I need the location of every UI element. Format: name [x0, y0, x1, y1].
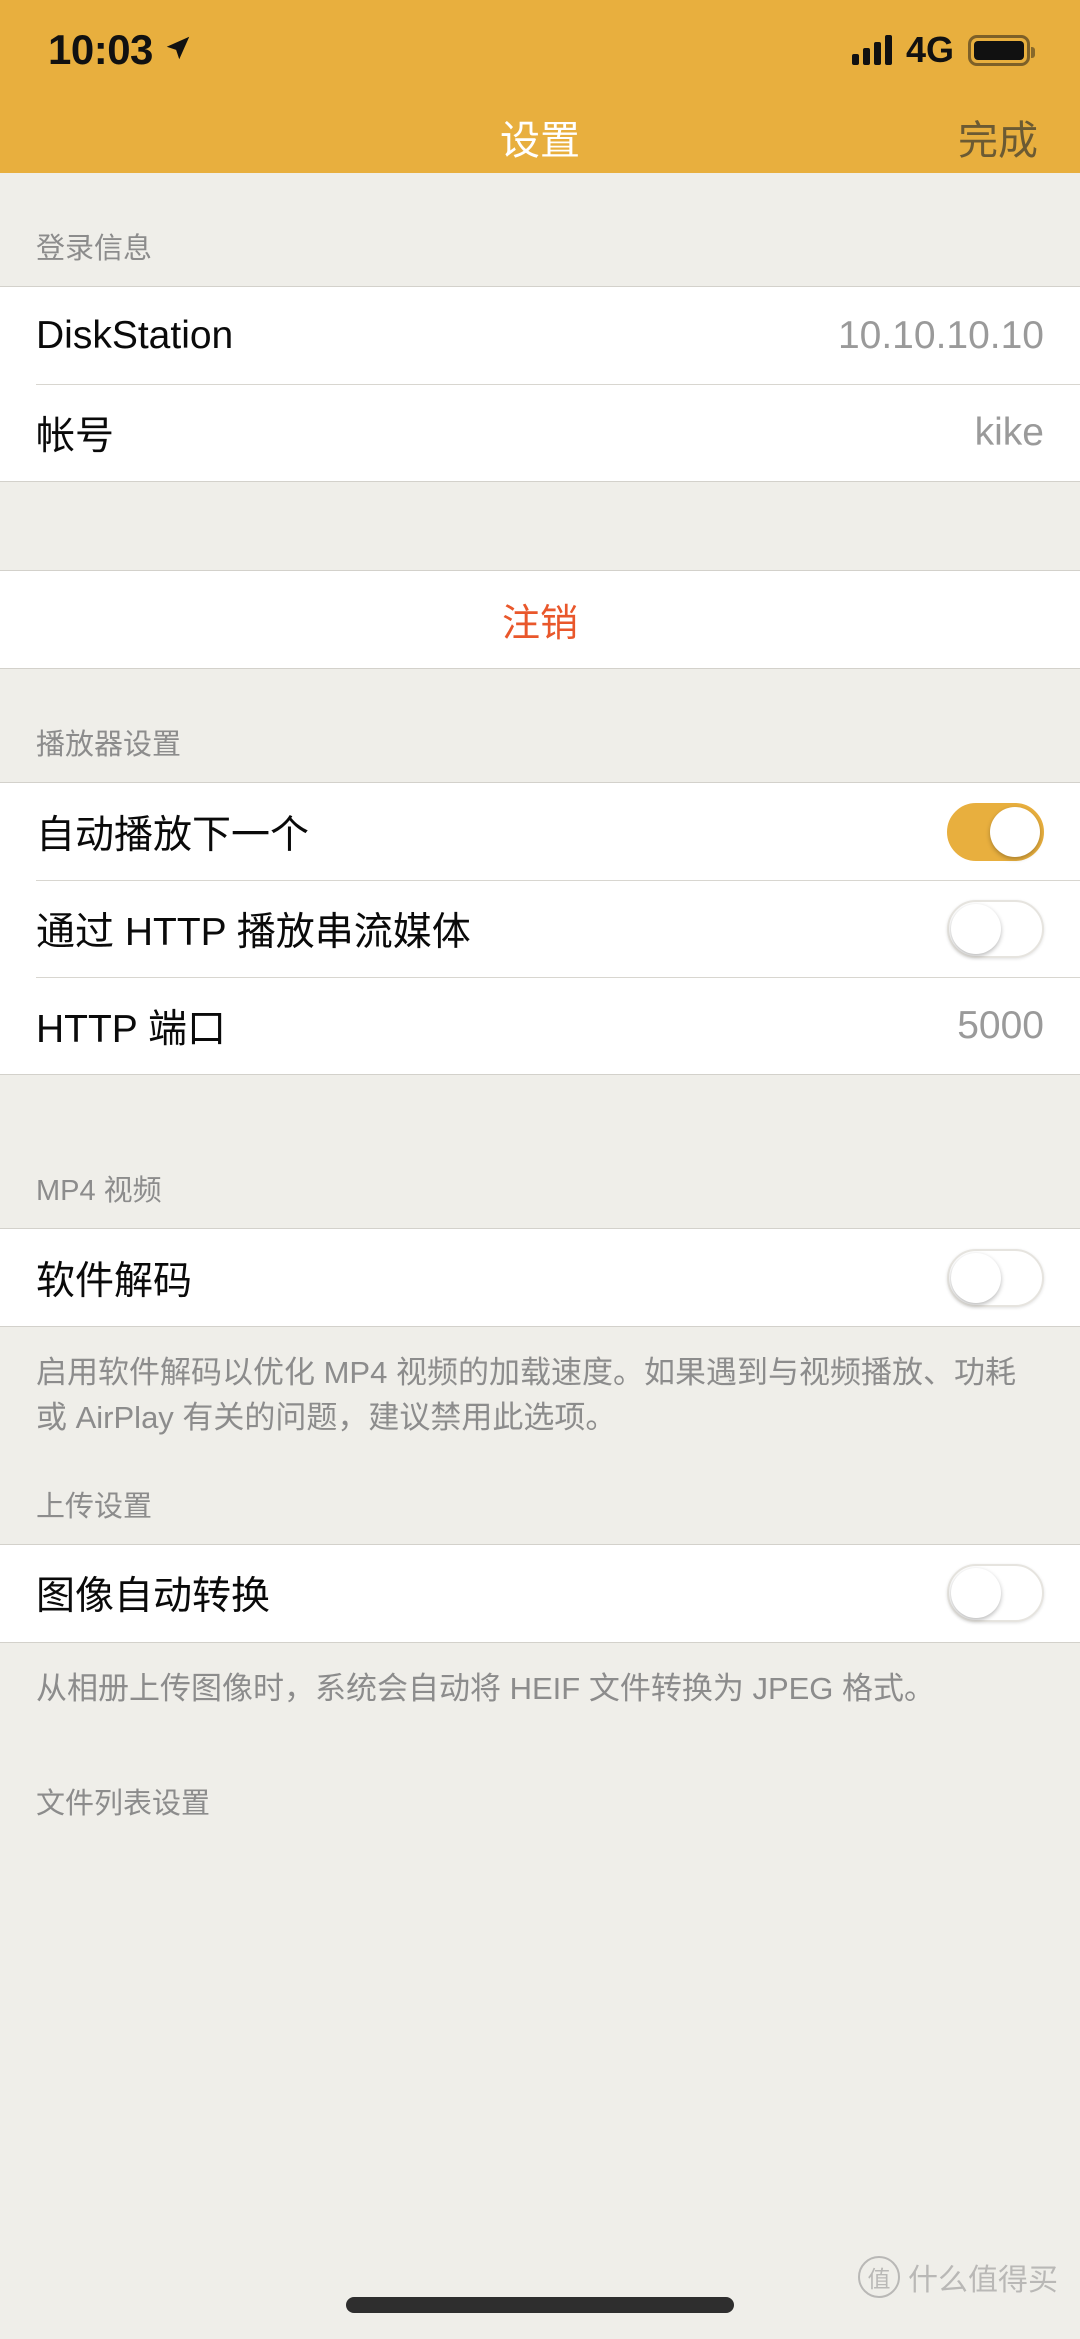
software-decoding-row[interactable]: 软件解码: [0, 1229, 1080, 1326]
account-label: 帐号: [36, 414, 115, 458]
account-value: kike: [974, 410, 1044, 454]
http-port-label: HTTP 端口: [36, 1007, 226, 1051]
upload-cells: 图像自动转换: [0, 1543, 1080, 1643]
image-auto-convert-label: 图像自动转换: [36, 1575, 271, 1619]
watermark: 值 什么值得买: [858, 2255, 1058, 2299]
mp4-footnote: 启用软件解码以优化 MP4 视频的加载速度。如果遇到与视频播放、功耗或 AirP…: [0, 1327, 1080, 1453]
signal-bars-icon: [851, 35, 892, 65]
battery-icon: [968, 34, 1035, 66]
diskstation-value: 10.10.10.10: [837, 313, 1044, 357]
section-header-mp4: MP4 视频: [0, 1075, 1080, 1228]
section-header-player: 播放器设置: [0, 669, 1080, 782]
status-bar-left: 10:03: [48, 26, 193, 74]
login-info-cells: DiskStation 10.10.10.10 帐号 kike: [0, 286, 1080, 482]
image-auto-convert-toggle[interactable]: [947, 1564, 1044, 1623]
logout-cells: 注销: [0, 570, 1080, 669]
mp4-cells: 软件解码: [0, 1228, 1080, 1327]
section-header-file-list: 文件列表设置: [0, 1723, 1080, 1822]
logout-button[interactable]: 注销: [0, 571, 1080, 668]
watermark-text: 什么值得买: [908, 2264, 1058, 2297]
upload-footnote: 从相册上传图像时，系统会自动将 HEIF 文件转换为 JPEG 格式。: [0, 1642, 1080, 1724]
http-port-value: 5000: [957, 1003, 1044, 1047]
software-decoding-label: 软件解码: [36, 1259, 193, 1303]
http-port-row[interactable]: HTTP 端口 5000: [0, 977, 1080, 1074]
navigation-bar: 设置 完成: [0, 100, 1080, 173]
autoplay-next-label: 自动播放下一个: [36, 813, 310, 857]
player-settings-cells: 自动播放下一个 通过 HTTP 播放串流媒体 HTTP 端口 5000: [0, 782, 1080, 1075]
page-title: 设置: [500, 118, 580, 163]
spacer-after-login: [0, 482, 1080, 570]
done-button[interactable]: 完成: [958, 108, 1038, 166]
diskstation-row[interactable]: DiskStation 10.10.10.10: [0, 287, 1080, 384]
location-arrow-icon: [163, 33, 193, 68]
http-streaming-toggle[interactable]: [947, 899, 1044, 958]
http-streaming-row[interactable]: 通过 HTTP 播放串流媒体: [0, 880, 1080, 977]
status-bar-right: 4G: [851, 29, 1035, 71]
autoplay-next-toggle[interactable]: [947, 802, 1044, 861]
section-header-login: 登录信息: [0, 173, 1080, 286]
logout-label: 注销: [501, 603, 578, 645]
account-row[interactable]: 帐号 kike: [0, 384, 1080, 481]
settings-screen: 10:03 4G 设置 完成 登录信息 DiskStation 10.10.10…: [0, 0, 1080, 2339]
image-auto-convert-row[interactable]: 图像自动转换: [0, 1545, 1080, 1642]
autoplay-next-row[interactable]: 自动播放下一个: [0, 783, 1080, 880]
home-indicator[interactable]: [346, 2297, 734, 2313]
status-bar: 10:03 4G: [0, 0, 1080, 100]
watermark-badge: 值: [858, 2256, 900, 2298]
network-type-label: 4G: [905, 29, 954, 70]
http-streaming-label: 通过 HTTP 播放串流媒体: [36, 910, 471, 954]
software-decoding-toggle[interactable]: [947, 1248, 1044, 1307]
status-time: 10:03: [48, 26, 153, 73]
diskstation-label: DiskStation: [36, 313, 234, 357]
section-header-upload: 上传设置: [0, 1452, 1080, 1544]
